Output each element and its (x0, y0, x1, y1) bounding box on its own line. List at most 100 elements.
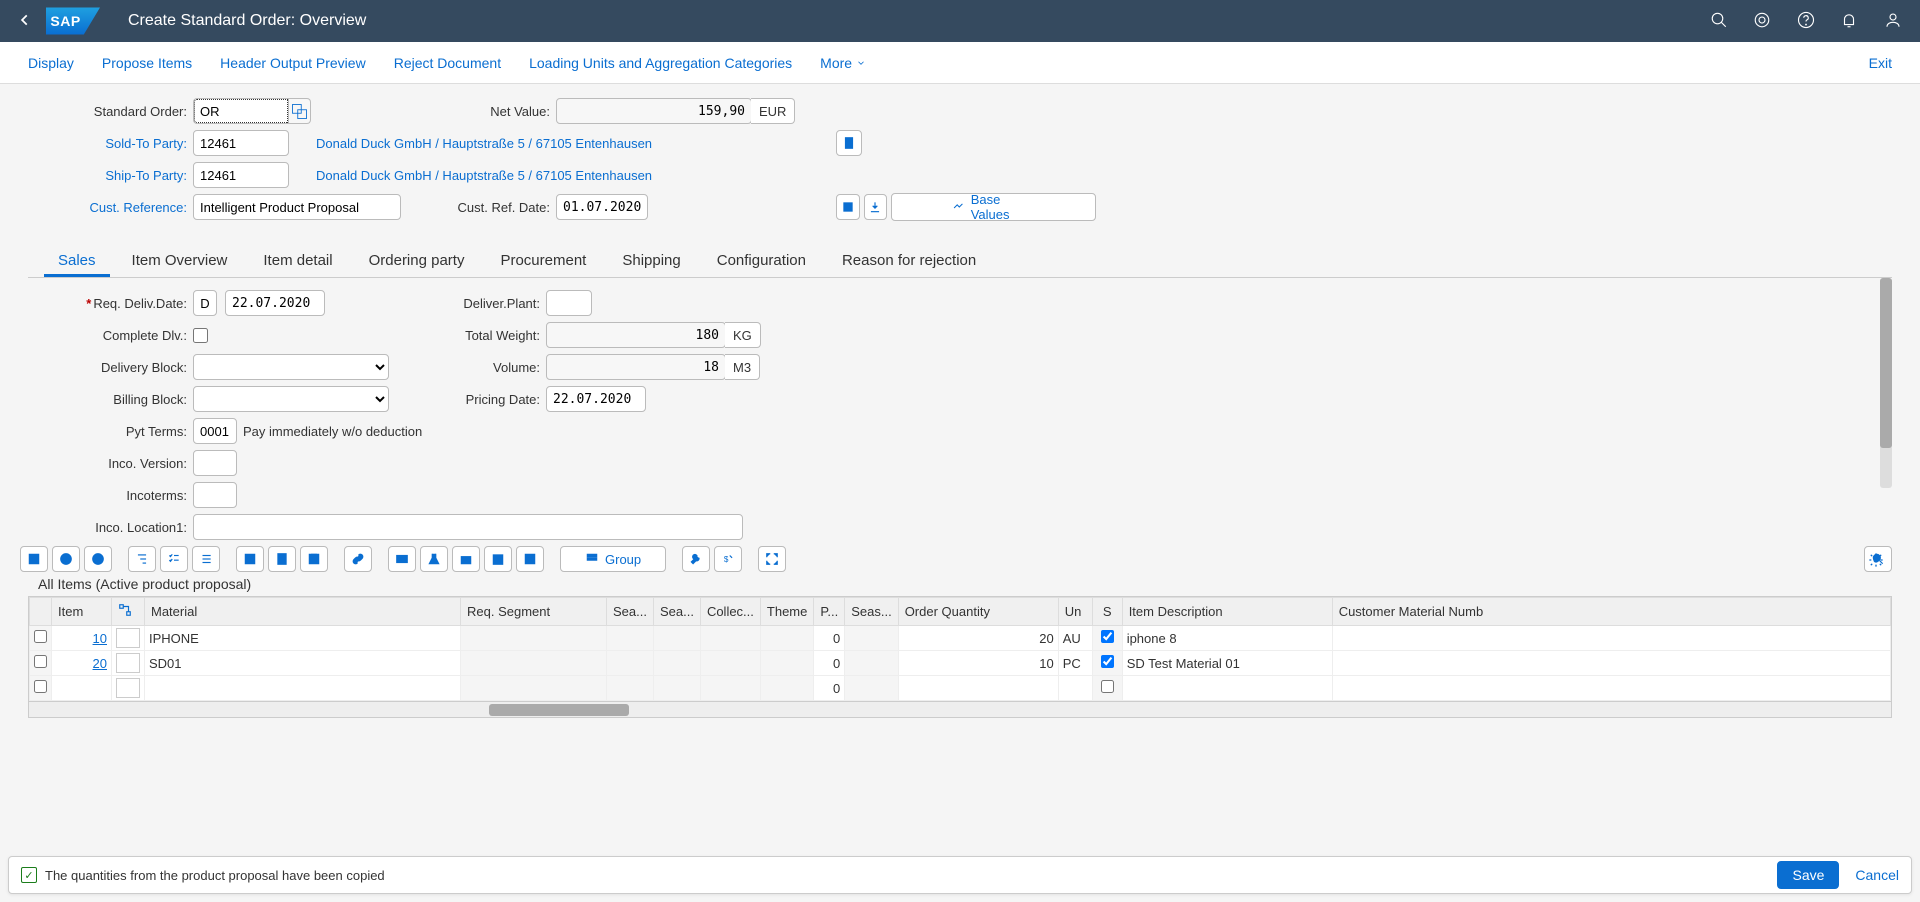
col-seas[interactable]: Seas... (845, 598, 898, 626)
address-icon[interactable] (388, 546, 416, 572)
complete-dlv-checkbox[interactable] (193, 328, 208, 343)
menu-propose-items[interactable]: Propose Items (102, 55, 192, 71)
item-link[interactable]: 10 (93, 631, 107, 646)
tab-shipping[interactable]: Shipping (608, 245, 694, 277)
col-item[interactable]: Item (52, 598, 112, 626)
group-button[interactable]: Group (560, 546, 666, 572)
cust-ref-date-input[interactable] (556, 194, 648, 220)
pricing-date-input[interactable] (546, 386, 646, 412)
row-select-checkbox[interactable] (34, 680, 47, 693)
col-un[interactable]: Un (1058, 598, 1092, 626)
table-horizontal-scrollbar[interactable] (29, 701, 1891, 717)
detail-icon[interactable] (20, 546, 48, 572)
help-icon[interactable] (1797, 11, 1815, 29)
deliver-plant-label: Deliver.Plant: (436, 296, 546, 311)
col-item-desc[interactable]: Item Description (1122, 598, 1332, 626)
col-sea2[interactable]: Sea... (653, 598, 700, 626)
lab-icon[interactable] (420, 546, 448, 572)
save-layout-icon[interactable] (300, 546, 328, 572)
expand-icon[interactable] (758, 546, 786, 572)
inco-location1-input[interactable] (193, 514, 743, 540)
user-icon[interactable] (1884, 11, 1902, 29)
pricing-icon[interactable]: $ (714, 546, 742, 572)
standard-order-input[interactable] (193, 98, 289, 124)
tab-item-detail[interactable]: Item detail (249, 245, 346, 277)
col-collec[interactable]: Collec... (700, 598, 760, 626)
s-checkbox[interactable] (1101, 655, 1114, 668)
s-checkbox[interactable] (1101, 630, 1114, 643)
col-sea1[interactable]: Sea... (607, 598, 654, 626)
checklist-icon[interactable] (160, 546, 188, 572)
row-select-checkbox[interactable] (34, 630, 47, 643)
search-icon[interactable] (1710, 11, 1728, 29)
menu-reject-document[interactable]: Reject Document (394, 55, 501, 71)
document-icon[interactable] (836, 130, 862, 156)
inco-version-input[interactable] (193, 450, 237, 476)
cancel-button[interactable]: Cancel (1855, 867, 1899, 883)
base-values-button[interactable]: Base Values (891, 193, 1096, 221)
tab-ordering-party[interactable]: Ordering party (355, 245, 479, 277)
circle-icon[interactable] (1753, 11, 1771, 29)
wrench-icon[interactable] (682, 546, 710, 572)
hier-input[interactable] (116, 653, 140, 673)
output-send-icon[interactable] (236, 546, 264, 572)
ship-to-address-link[interactable]: Donald Duck GmbH / Hauptstraße 5 / 67105… (316, 168, 652, 183)
hier-input[interactable] (116, 678, 140, 698)
delivery-block-label: Delivery Block: (28, 360, 193, 375)
standard-order-f4-icon[interactable] (289, 98, 311, 124)
add-icon[interactable] (52, 546, 80, 572)
menu-more[interactable]: More (820, 55, 866, 71)
row-select-checkbox[interactable] (34, 655, 47, 668)
col-material[interactable]: Material (145, 598, 461, 626)
incoterms-input[interactable] (193, 482, 237, 508)
hierarchy-icon[interactable] (128, 546, 156, 572)
deliver-plant-input[interactable] (546, 290, 592, 316)
pyt-terms-input[interactable] (193, 418, 237, 444)
pyt-terms-label: Pyt Terms: (28, 424, 193, 439)
remove-icon[interactable] (84, 546, 112, 572)
col-cust-mat[interactable]: Customer Material Numb (1332, 598, 1890, 626)
grid-icon[interactable] (516, 546, 544, 572)
inco-location1-label: Inco. Location1: (28, 520, 193, 535)
col-hier-icon[interactable] (112, 598, 145, 626)
item-link[interactable]: 20 (93, 656, 107, 671)
cust-ref-date-label: Cust. Ref. Date: (436, 200, 556, 215)
req-deliv-date-input[interactable] (225, 290, 325, 316)
col-s[interactable]: S (1092, 598, 1122, 626)
bell-icon[interactable] (1840, 11, 1858, 29)
ship-to-input[interactable] (193, 162, 289, 188)
col-theme[interactable]: Theme (760, 598, 813, 626)
tab-configuration[interactable]: Configuration (703, 245, 820, 277)
menu-header-output-preview[interactable]: Header Output Preview (220, 55, 366, 71)
back-icon[interactable] (18, 11, 32, 32)
col-p[interactable]: P... (814, 598, 845, 626)
tab-sales[interactable]: Sales (44, 245, 110, 277)
output-icon[interactable] (864, 194, 888, 220)
tab-scrollbar[interactable] (1880, 278, 1892, 488)
note-icon[interactable] (268, 546, 296, 572)
tab-reason-rejection[interactable]: Reason for rejection (828, 245, 990, 277)
sold-to-address-link[interactable]: Donald Duck GmbH / Hauptstraße 5 / 67105… (316, 136, 652, 151)
schedule-icon[interactable] (484, 546, 512, 572)
delivery-block-select[interactable] (193, 354, 389, 380)
menu-display[interactable]: Display (28, 55, 74, 71)
sold-to-input[interactable] (193, 130, 289, 156)
page-title: Create Standard Order: Overview (128, 12, 366, 30)
list-icon[interactable] (192, 546, 220, 572)
billing-block-select[interactable] (193, 386, 389, 412)
gear-icon[interactable] (1868, 552, 1884, 571)
tab-item-overview[interactable]: Item Overview (118, 245, 242, 277)
propose-icon[interactable] (836, 194, 860, 220)
tab-procurement[interactable]: Procurement (486, 245, 600, 277)
inbox-icon[interactable] (452, 546, 480, 572)
link-icon[interactable] (344, 546, 372, 572)
cust-ref-input[interactable] (193, 194, 401, 220)
menu-exit[interactable]: Exit (1869, 55, 1892, 71)
col-order-qty[interactable]: Order Quantity (898, 598, 1058, 626)
col-req-segment[interactable]: Req. Segment (461, 598, 607, 626)
menu-loading-units[interactable]: Loading Units and Aggregation Categories (529, 55, 792, 71)
req-deliv-date-type-input[interactable] (193, 290, 217, 316)
hier-input[interactable] (116, 628, 140, 648)
save-button[interactable]: Save (1777, 861, 1839, 889)
s-checkbox[interactable] (1101, 680, 1114, 693)
